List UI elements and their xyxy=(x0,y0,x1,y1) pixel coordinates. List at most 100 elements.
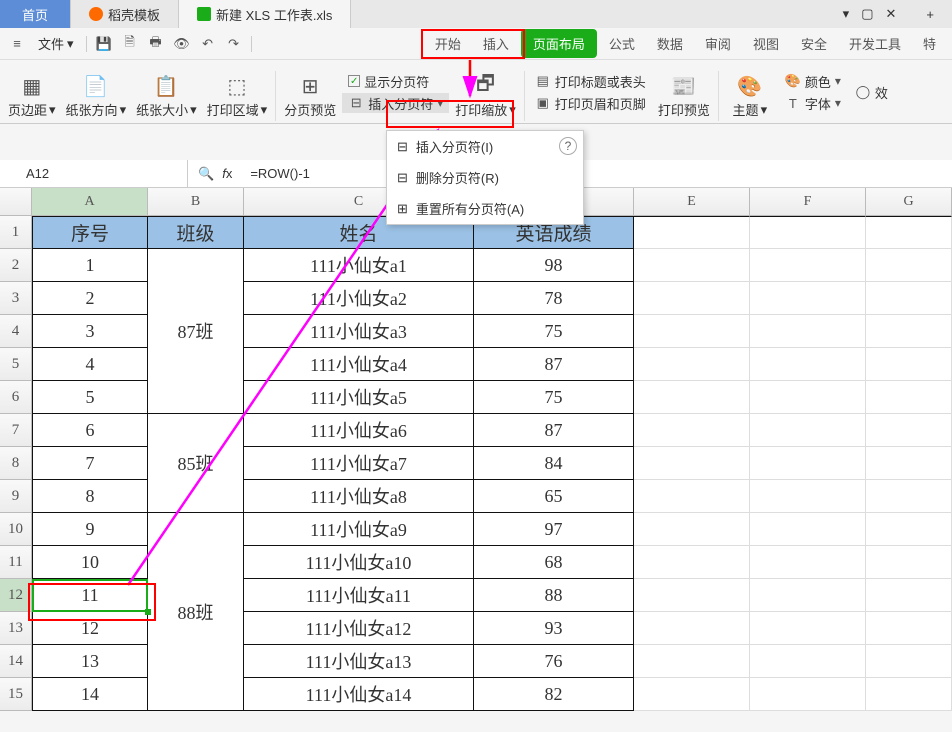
cell[interactable]: 6 xyxy=(32,414,148,447)
tab-layout[interactable]: 页面布局 xyxy=(521,29,597,58)
fx-icon[interactable]: fx xyxy=(222,166,232,182)
cell[interactable] xyxy=(750,447,866,480)
cell[interactable]: 111小仙女a3 xyxy=(244,315,474,348)
theme-effect-button[interactable]: ◯效 xyxy=(849,82,894,102)
cell[interactable]: 4 xyxy=(32,348,148,381)
cell[interactable] xyxy=(750,381,866,414)
cell[interactable]: 9 xyxy=(32,513,148,546)
cell[interactable] xyxy=(634,447,750,480)
tab-special[interactable]: 特 xyxy=(913,30,946,57)
cell[interactable] xyxy=(634,480,750,513)
cell[interactable]: 65 xyxy=(474,480,634,513)
cell[interactable]: 111小仙女a10 xyxy=(244,546,474,579)
cell[interactable]: 98 xyxy=(474,249,634,282)
cell[interactable] xyxy=(750,678,866,711)
row-header[interactable]: 6 xyxy=(0,381,32,414)
size-button[interactable]: 📋纸张大小▾ xyxy=(132,63,201,121)
cell[interactable] xyxy=(866,645,952,678)
cell[interactable]: 111小仙女a2 xyxy=(244,282,474,315)
print-titles-button[interactable]: ▤打印标题或表头 xyxy=(529,71,652,91)
tab-dev[interactable]: 开发工具 xyxy=(839,30,911,57)
theme-font-button[interactable]: T字体▾ xyxy=(779,93,847,113)
cell[interactable]: 93 xyxy=(474,612,634,645)
print-preview-button[interactable]: 📰打印预览 xyxy=(654,63,714,121)
print-area-button[interactable]: ⬚打印区域▾ xyxy=(203,63,272,121)
dropdown-insert-break[interactable]: ⊟插入分页符(I) xyxy=(387,131,583,162)
col-header-b[interactable]: B xyxy=(148,188,244,216)
cell[interactable]: 班级 xyxy=(148,216,244,249)
orientation-button[interactable]: 📄纸张方向▾ xyxy=(62,63,131,121)
cell[interactable]: 78 xyxy=(474,282,634,315)
cell[interactable] xyxy=(634,381,750,414)
cell[interactable]: 8 xyxy=(32,480,148,513)
cell[interactable] xyxy=(866,381,952,414)
cell[interactable] xyxy=(866,414,952,447)
cell[interactable]: 68 xyxy=(474,546,634,579)
cell[interactable] xyxy=(634,678,750,711)
cell[interactable]: 88 xyxy=(474,579,634,612)
cell[interactable]: 76 xyxy=(474,645,634,678)
cell[interactable]: 75 xyxy=(474,381,634,414)
cell[interactable]: 111小仙女a8 xyxy=(244,480,474,513)
cell[interactable]: 111小仙女a7 xyxy=(244,447,474,480)
cell[interactable] xyxy=(866,579,952,612)
cell[interactable] xyxy=(866,216,952,249)
row-header[interactable]: 10 xyxy=(0,513,32,546)
tab-security[interactable]: 安全 xyxy=(791,30,837,57)
cell[interactable] xyxy=(866,678,952,711)
cell-merged[interactable]: 88班 xyxy=(148,513,244,711)
margins-button[interactable]: ▦页边距▾ xyxy=(4,63,60,121)
cell[interactable] xyxy=(634,414,750,447)
cell[interactable] xyxy=(750,480,866,513)
row-header[interactable]: 4 xyxy=(0,315,32,348)
cell[interactable]: 7 xyxy=(32,447,148,480)
cell[interactable] xyxy=(750,546,866,579)
show-page-breaks-checkbox[interactable]: ✓显示分页符 xyxy=(342,71,449,91)
formula-input[interactable]: =ROW()-1 xyxy=(242,166,318,181)
tab-document[interactable]: 新建 XLS 工作表.xls xyxy=(179,0,351,28)
col-header-a[interactable]: A xyxy=(32,188,148,216)
cell[interactable]: 14 xyxy=(32,678,148,711)
row-header[interactable]: 13 xyxy=(0,612,32,645)
cell[interactable]: 84 xyxy=(474,447,634,480)
col-header-g[interactable]: G xyxy=(866,188,952,216)
cell[interactable]: 5 xyxy=(32,381,148,414)
cell[interactable]: 2 xyxy=(32,282,148,315)
print-scale-button[interactable]: 🗗打印缩放▾ xyxy=(451,63,520,121)
save-as-icon[interactable]: 🗎 xyxy=(119,33,141,55)
row-header[interactable]: 14 xyxy=(0,645,32,678)
cell[interactable]: 111小仙女a9 xyxy=(244,513,474,546)
theme-button[interactable]: 🎨主题▾ xyxy=(723,63,777,121)
cell[interactable] xyxy=(750,348,866,381)
cell[interactable] xyxy=(866,249,952,282)
print-icon[interactable]: 🖶 xyxy=(145,33,167,55)
cell[interactable] xyxy=(866,513,952,546)
cell[interactable] xyxy=(634,216,750,249)
cell[interactable] xyxy=(866,282,952,315)
cell[interactable] xyxy=(634,282,750,315)
cell[interactable] xyxy=(634,249,750,282)
print-preview-icon[interactable]: 👁 xyxy=(171,33,193,55)
name-box[interactable]: A12 xyxy=(0,160,188,188)
cell[interactable]: 111小仙女a4 xyxy=(244,348,474,381)
cell[interactable]: 13 xyxy=(32,645,148,678)
cell[interactable]: 111小仙女a1 xyxy=(244,249,474,282)
tab-home[interactable]: 首页 xyxy=(0,0,71,28)
cell[interactable]: 序号 xyxy=(32,216,148,249)
tab-insert[interactable]: 插入 xyxy=(473,30,519,57)
row-header[interactable]: 9 xyxy=(0,480,32,513)
search-icon[interactable]: 🔍 xyxy=(198,166,214,182)
insert-page-break-button[interactable]: ⊟插入分页符▾ xyxy=(342,93,449,113)
tab-formula[interactable]: 公式 xyxy=(599,30,645,57)
cell[interactable]: 11 xyxy=(32,579,148,612)
cell[interactable] xyxy=(750,414,866,447)
redo-icon[interactable]: ↷ xyxy=(223,33,245,55)
cell[interactable]: 111小仙女a11 xyxy=(244,579,474,612)
row-header[interactable]: 12 xyxy=(0,579,32,612)
cell[interactable]: 111小仙女a12 xyxy=(244,612,474,645)
cell[interactable] xyxy=(750,315,866,348)
cell[interactable]: 75 xyxy=(474,315,634,348)
cell[interactable]: 111小仙女a5 xyxy=(244,381,474,414)
cell[interactable] xyxy=(866,315,952,348)
row-header[interactable]: 11 xyxy=(0,546,32,579)
